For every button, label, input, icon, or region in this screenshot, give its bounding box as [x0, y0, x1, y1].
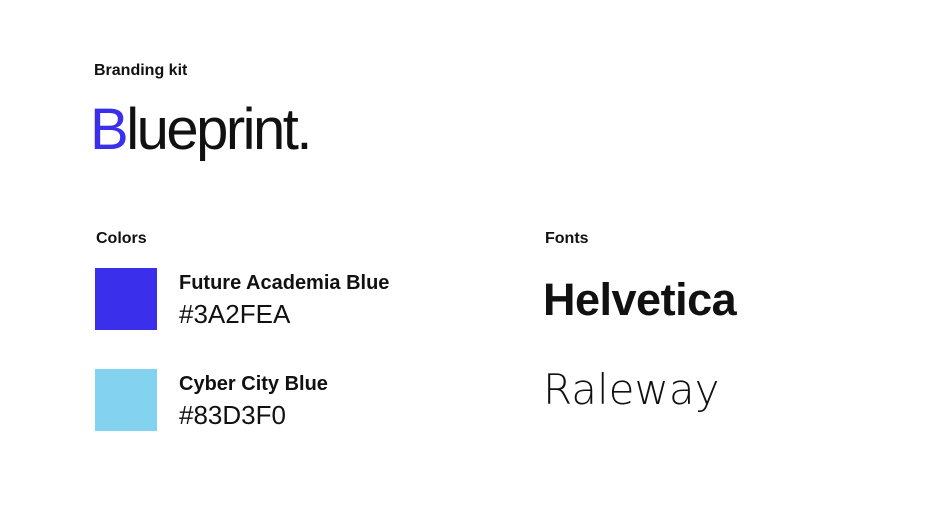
color-swatch-future-academia-blue: [95, 268, 157, 330]
color-name: Cyber City Blue: [179, 373, 328, 395]
font-sample-raleway: Raleway: [543, 365, 720, 414]
font-sample-helvetica: Helvetica: [543, 274, 737, 325]
brand-logo: Blueprint.: [90, 92, 313, 168]
color-hex-value: #83D3F0: [179, 400, 286, 430]
page-title: Branding kit: [94, 62, 188, 79]
color-hex-value: #3A2FEA: [179, 299, 291, 329]
colors-section-label: Colors: [96, 230, 147, 247]
color-name: Future Academia Blue: [179, 272, 390, 294]
color-swatch-cyber-city-blue: [95, 369, 157, 431]
fonts-section-label: Fonts: [545, 230, 589, 247]
logo-initial: B: [90, 97, 129, 162]
logo-wordmark: lueprint.: [126, 97, 312, 162]
